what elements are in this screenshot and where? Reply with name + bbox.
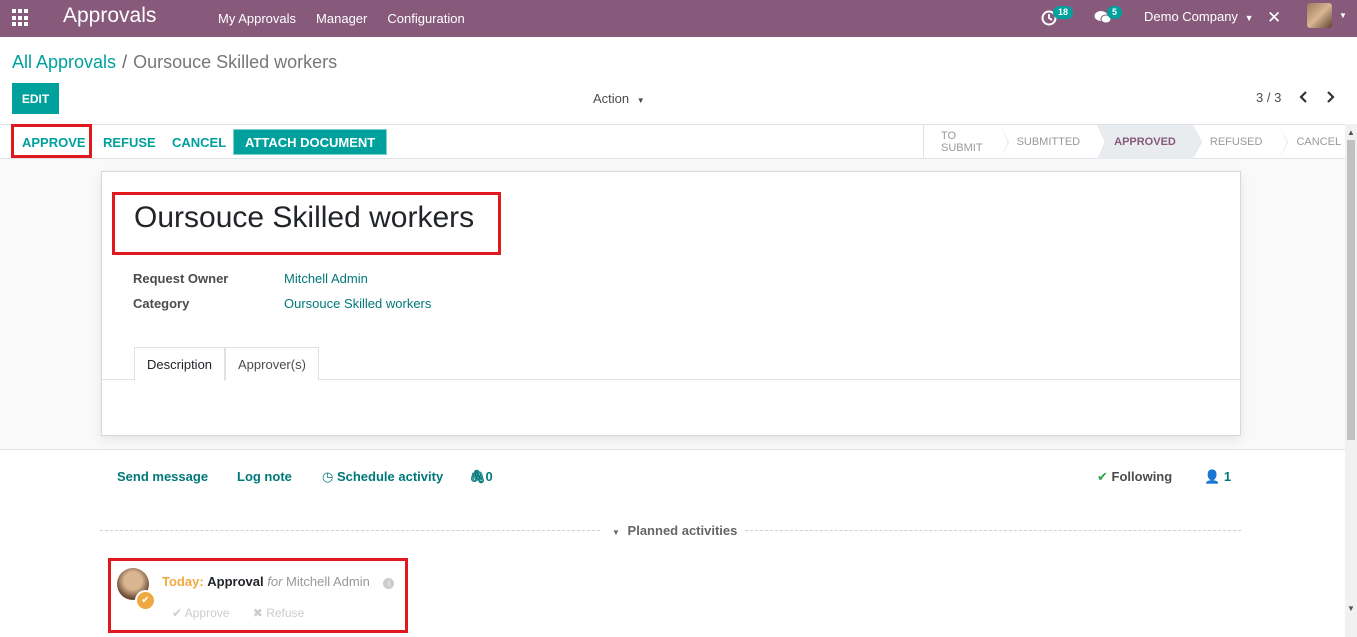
pager-next-button[interactable] — [1323, 88, 1337, 106]
refuse-button[interactable]: REFUSE — [103, 125, 156, 159]
company-switcher[interactable]: Demo Company ▼ — [1144, 9, 1253, 24]
clock-icon: ◷ — [322, 469, 334, 484]
action-label: Action — [593, 91, 630, 106]
breadcrumb-all-approvals[interactable]: All Approvals — [12, 52, 116, 72]
scroll-down-icon[interactable]: ▼ — [1347, 604, 1355, 614]
top-navbar: Approvals My Approvals Manager Configura… — [0, 0, 1357, 37]
user-avatar[interactable] — [1307, 3, 1332, 28]
field-label-category: Category — [133, 296, 190, 311]
divider-right — [745, 530, 1241, 531]
followers-count: 1 — [1223, 469, 1232, 484]
statusbar: APPROVE REFUSE CANCEL ATTACH DOCUMENT TO… — [0, 124, 1345, 159]
main-menu: My Approvals Manager Configuration — [218, 0, 485, 37]
chevron-left-icon — [1299, 91, 1307, 103]
scrollbar-thumb[interactable] — [1347, 140, 1355, 440]
highlight-activity — [108, 558, 408, 633]
attach-document-button[interactable]: ATTACH DOCUMENT — [233, 129, 388, 155]
notebook-tabs: Description Approver(s) — [102, 347, 1240, 381]
pager-value: 3 / 3 — [1256, 90, 1282, 105]
menu-my-approvals[interactable]: My Approvals — [218, 11, 296, 26]
paperclip-icon: 🖇 — [469, 469, 486, 484]
caret-down-icon: ▼ — [612, 528, 620, 537]
activity-count-badge: 18 — [1053, 6, 1074, 19]
user-icon: 👤 — [1204, 469, 1221, 484]
menu-manager[interactable]: Manager — [316, 11, 367, 26]
debug-tools-icon[interactable]: ✕ — [1267, 8, 1281, 28]
tab-description[interactable]: Description — [134, 347, 226, 381]
followers-button[interactable]: 👤 1 — [1204, 469, 1231, 485]
send-message-button[interactable]: Send message — [117, 469, 208, 484]
app-title[interactable]: Approvals — [63, 4, 156, 28]
planned-activities-label: Planned activities — [627, 523, 738, 538]
pager-previous-button[interactable] — [1297, 88, 1311, 106]
edit-button[interactable]: EDIT — [12, 83, 59, 114]
stage-pipeline: TO SUBMIT SUBMITTED APPROVED REFUSED CAN… — [923, 125, 1357, 159]
check-icon: ✔ — [1097, 469, 1108, 484]
schedule-activity-label: Schedule activity — [336, 469, 444, 484]
stage-refused: REFUSED — [1193, 125, 1289, 159]
attachment-count: 0 — [485, 469, 493, 484]
stage-approved: APPROVED — [1097, 125, 1202, 159]
planned-activities-toggle[interactable]: ▼ Planned activities — [612, 523, 737, 538]
attachments-button[interactable]: 🖇0 — [469, 469, 493, 485]
cancel-button[interactable]: CANCEL — [172, 125, 226, 159]
menu-configuration[interactable]: Configuration — [387, 11, 464, 26]
user-menu-caret-icon[interactable]: ▼ — [1339, 11, 1347, 20]
request-owner-link[interactable]: Mitchell Admin — [284, 271, 368, 286]
following-button[interactable]: ✔ Following — [1097, 469, 1172, 485]
breadcrumb-current: Oursouce Skilled workers — [133, 52, 338, 72]
caret-down-icon: ▼ — [636, 96, 645, 105]
highlight-approve — [11, 124, 92, 158]
divider-left — [100, 530, 600, 531]
action-dropdown[interactable]: Action ▼ — [593, 91, 645, 106]
caret-down-icon: ▼ — [1244, 13, 1254, 23]
tab-approvers[interactable]: Approver(s) — [225, 347, 319, 380]
category-link[interactable]: Oursouce Skilled workers — [284, 296, 431, 311]
stage-submitted: SUBMITTED — [1000, 125, 1107, 159]
company-name: Demo Company — [1144, 9, 1238, 24]
log-note-button[interactable]: Log note — [237, 469, 292, 484]
message-count-badge: 5 — [1107, 6, 1123, 19]
breadcrumb-separator: / — [122, 52, 128, 72]
schedule-activity-button[interactable]: ◷ Schedule activity — [322, 469, 443, 485]
apps-menu-icon[interactable] — [12, 9, 30, 27]
scroll-up-icon[interactable]: ▲ — [1347, 128, 1355, 138]
following-label: Following — [1111, 469, 1173, 484]
highlight-title — [112, 192, 501, 255]
chevron-right-icon — [1327, 91, 1335, 103]
field-label-request-owner: Request Owner — [133, 271, 229, 286]
breadcrumb: All Approvals / Oursouce Skilled workers — [12, 52, 337, 73]
stage-to-submit: TO SUBMIT — [924, 125, 1009, 159]
